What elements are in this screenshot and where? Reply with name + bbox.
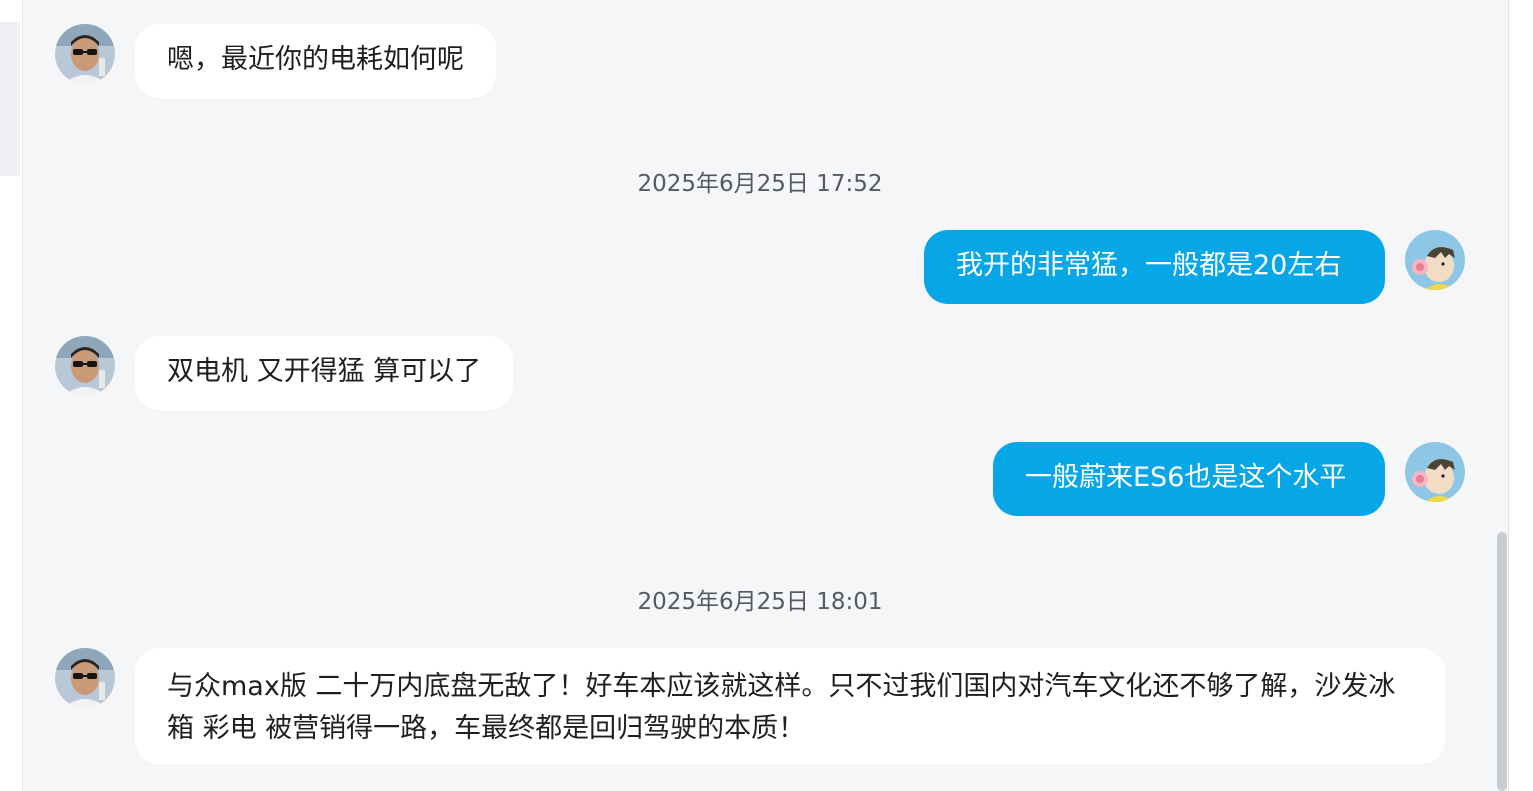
message-bubble-sent[interactable]: 一般蔚来ES6也是这个水平 bbox=[993, 442, 1385, 516]
message-text: 双电机 又开得猛 算可以了 bbox=[167, 356, 482, 387]
right-panel-edge bbox=[1508, 0, 1533, 791]
left-panel-edge bbox=[0, 0, 22, 791]
message-text: 我开的非常猛，一般都是20左右 bbox=[956, 250, 1342, 281]
message-bubble-sent[interactable]: 我开的非常猛，一般都是20左右 bbox=[924, 230, 1385, 304]
message-bubble-received[interactable]: 嗯，最近你的电耗如何呢 bbox=[135, 24, 496, 98]
other-user-avatar[interactable] bbox=[55, 24, 115, 84]
message-timestamp: 2025年6月25日 18:01 bbox=[637, 589, 883, 615]
message-bubble-received[interactable]: 与众max版 二十万内底盘无敌了！好车本应该就这样。只不过我们国内对汽车文化还不… bbox=[135, 648, 1445, 764]
message-text: 嗯，最近你的电耗如何呢 bbox=[167, 44, 464, 75]
message-timestamp: 2025年6月25日 17:52 bbox=[637, 171, 883, 197]
chat-scrollbar-thumb[interactable] bbox=[1497, 532, 1507, 791]
self-user-avatar[interactable] bbox=[1405, 442, 1465, 502]
left-panel-shade bbox=[0, 22, 20, 176]
other-user-avatar[interactable] bbox=[55, 336, 115, 396]
message-text: 与众max版 二十万内底盘无敌了！好车本应该就这样。只不过我们国内对汽车文化还不… bbox=[167, 671, 1396, 744]
message-text: 一般蔚来ES6也是这个水平 bbox=[1025, 462, 1347, 493]
other-user-avatar[interactable] bbox=[55, 648, 115, 708]
self-user-avatar[interactable] bbox=[1405, 230, 1465, 290]
message-bubble-received[interactable]: 双电机 又开得猛 算可以了 bbox=[135, 336, 514, 410]
